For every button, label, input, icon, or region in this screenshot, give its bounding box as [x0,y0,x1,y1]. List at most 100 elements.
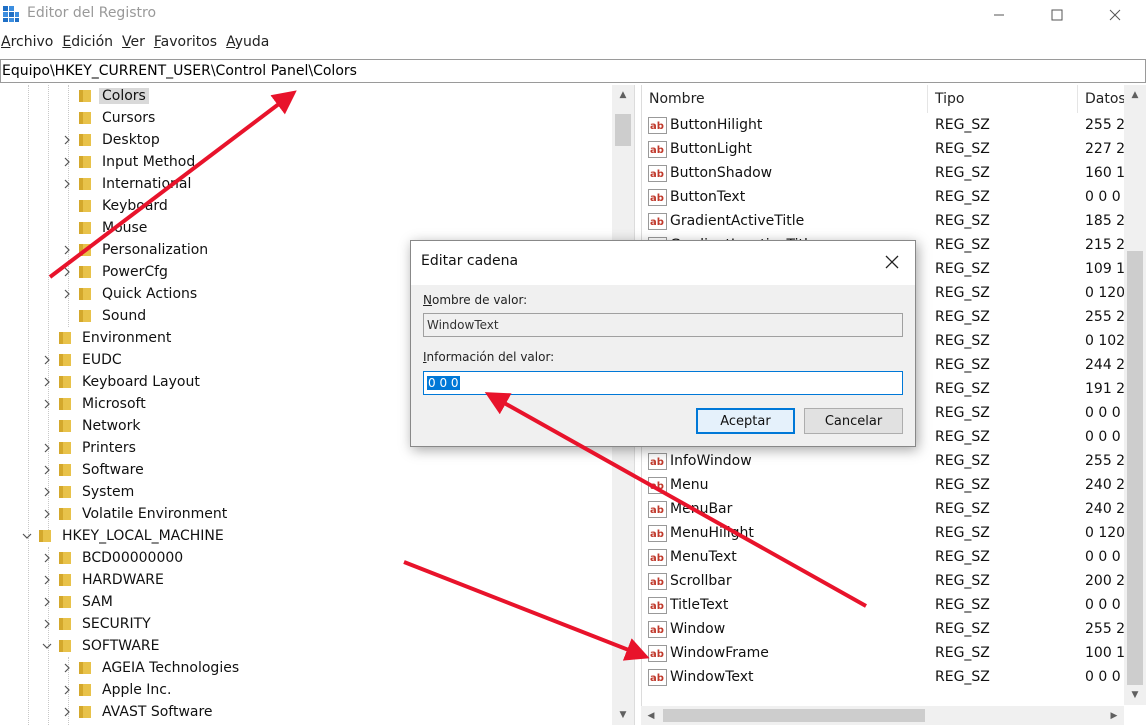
tree-item[interactable]: International [60,173,194,195]
dialog-close-button[interactable] [881,251,903,273]
list-row[interactable]: ab Menu REG_SZ 240 240 240 [642,473,1126,497]
list-row[interactable]: ab MenuBar REG_SZ 240 240 240 [642,497,1126,521]
tree-item[interactable]: Desktop [60,129,163,151]
chevron-right-icon[interactable] [40,591,54,613]
chevron-right-icon[interactable] [40,459,54,481]
value-data-field[interactable]: 0 0 0 [423,371,903,395]
chevron-right-icon[interactable] [60,173,74,195]
chevron-right-icon[interactable] [60,657,74,679]
tree-item[interactable]: SOFTWARE [40,635,163,657]
tree-item[interactable]: Apple Inc. [60,679,174,701]
list-row[interactable]: ab WindowFrame REG_SZ 100 100 100 [642,641,1126,665]
chevron-right-icon[interactable] [40,547,54,569]
tree-item[interactable]: AGEIA Technologies [60,657,242,679]
scroll-left-arrow-icon[interactable]: ◀ [641,706,661,725]
string-value-icon: ab [648,164,667,182]
chevron-right-icon[interactable] [40,503,54,525]
tree-item[interactable]: HARDWARE [40,569,167,591]
tree-item[interactable]: Microsoft [40,393,149,415]
tree-item[interactable]: SECURITY [40,613,154,635]
list-row[interactable]: ab InfoWindow REG_SZ 255 255 225 [642,449,1126,473]
title-bar: Editor del Registro [0,0,1146,30]
menu-item-favoritos[interactable]: Favoritos [154,34,217,56]
tree-item[interactable]: System [40,481,137,503]
scroll-up-arrow-icon[interactable]: ▲ [612,85,634,105]
chevron-right-icon[interactable] [60,239,74,261]
chevron-right-icon[interactable] [60,701,74,723]
tree-item[interactable]: Volatile Environment [40,503,230,525]
tree-item[interactable]: Cursors [60,107,158,129]
list-row[interactable]: ab Scrollbar REG_SZ 200 200 200 [642,569,1126,593]
chevron-down-icon[interactable] [20,525,34,547]
maximize-button[interactable] [1028,0,1086,30]
value-name-field[interactable]: WindowText [423,313,903,337]
tree-item[interactable]: SAM [40,591,116,613]
list-row[interactable]: ab GradientActiveTitle REG_SZ 185 209 234 [642,209,1126,233]
tree-item[interactable]: Network [40,415,143,437]
list-hscroll-thumb[interactable] [663,709,925,722]
list-row[interactable]: ab WindowText REG_SZ 0 0 0 [642,665,1126,689]
list-row[interactable]: ab MenuHilight REG_SZ 0 120 215 [642,521,1126,545]
list-row[interactable]: ab ButtonHilight REG_SZ 255 255 255 [642,113,1126,137]
tree-item[interactable]: Mouse [60,217,150,239]
tree-item[interactable]: Personalization [60,239,211,261]
list-row[interactable]: ab ButtonShadow REG_SZ 160 160 160 [642,161,1126,185]
scroll-right-arrow-icon[interactable]: ▶ [1104,706,1124,725]
chevron-right-icon[interactable] [40,437,54,459]
menu-item-ver[interactable]: Ver [122,34,145,56]
list-row[interactable]: ab Window REG_SZ 255 255 255 [642,617,1126,641]
tree-item[interactable]: Printers [40,437,139,459]
tree-scroll-thumb[interactable] [615,114,631,146]
minimize-button[interactable] [970,0,1028,30]
scroll-up-arrow-icon[interactable]: ▲ [1124,85,1146,105]
tree-item[interactable]: Software [40,459,147,481]
scroll-down-arrow-icon[interactable]: ▼ [612,705,634,725]
chevron-right-icon[interactable] [40,569,54,591]
chevron-down-icon[interactable] [40,635,54,657]
tree-item[interactable]: HKEY_LOCAL_MACHINE [20,525,227,547]
tree-item[interactable]: Keyboard Layout [40,371,203,393]
chevron-right-icon[interactable] [40,613,54,635]
chevron-right-icon[interactable] [40,371,54,393]
tree-item[interactable]: PowerCfg [60,261,171,283]
chevron-right-icon[interactable] [60,151,74,173]
address-bar[interactable]: Equipo\HKEY_CURRENT_USER\Control Panel\C… [0,59,1146,83]
chevron-right-icon[interactable] [40,393,54,415]
cancel-button[interactable]: Cancelar [804,408,903,434]
value-name: Scrollbar [670,573,732,589]
tree-item[interactable]: BCD00000000 [40,547,186,569]
tree-item[interactable]: Input Method [60,151,198,173]
close-button[interactable] [1086,0,1144,30]
tree-item[interactable]: Environment [40,327,174,349]
ok-button[interactable]: Aceptar [696,408,795,434]
chevron-right-icon[interactable] [60,283,74,305]
menu-item-edición[interactable]: Edición [62,34,113,56]
menu-item-ayuda[interactable]: Ayuda [226,34,269,56]
tree-item[interactable]: Colors [60,85,149,107]
chevron-right-icon[interactable] [60,261,74,283]
tree-item[interactable]: AVAST Software [60,701,216,723]
list-horizontal-scrollbar[interactable]: ◀ ▶ [641,706,1124,725]
menu-item-archivo[interactable]: Archivo [1,34,53,56]
folder-icon [79,706,91,718]
tree-item[interactable]: Sound [60,305,149,327]
column-header-data[interactable]: Datos [1078,85,1126,113]
string-value-icon: ab [648,668,667,686]
column-header-type[interactable]: Tipo [928,85,1078,113]
list-row[interactable]: ab ButtonLight REG_SZ 227 227 227 [642,137,1126,161]
tree-item[interactable]: EUDC [40,349,125,371]
list-scroll-thumb[interactable] [1127,251,1143,685]
list-row[interactable]: ab TitleText REG_SZ 0 0 0 [642,593,1126,617]
chevron-right-icon[interactable] [40,349,54,371]
list-row[interactable]: ab ButtonText REG_SZ 0 0 0 [642,185,1126,209]
column-header-name[interactable]: Nombre [642,85,928,113]
chevron-right-icon[interactable] [60,679,74,701]
list-row[interactable]: ab MenuText REG_SZ 0 0 0 [642,545,1126,569]
scroll-down-arrow-icon[interactable]: ▼ [1124,685,1146,705]
tree-item[interactable]: Keyboard [60,195,171,217]
tree-item[interactable]: Quick Actions [60,283,200,305]
list-vertical-scrollbar[interactable]: ▲ ▼ [1124,85,1146,705]
chevron-right-icon[interactable] [40,481,54,503]
chevron-right-icon[interactable] [60,129,74,151]
